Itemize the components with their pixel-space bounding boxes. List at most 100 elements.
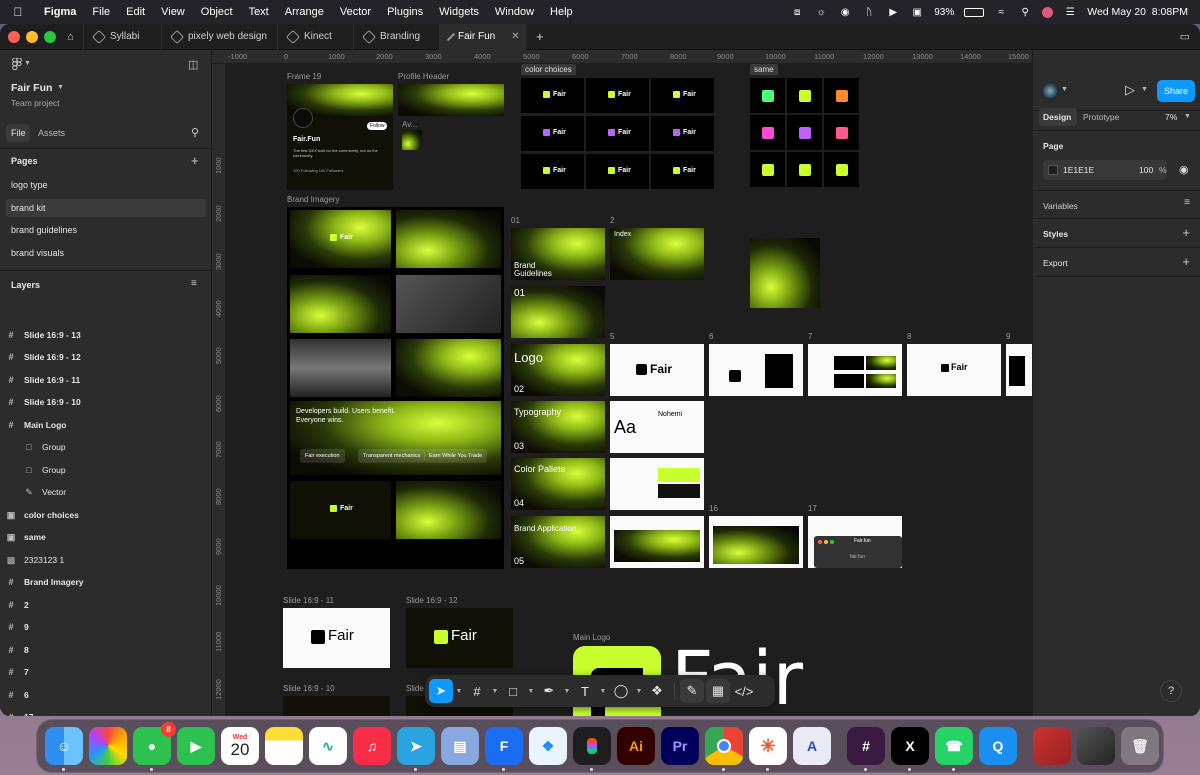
slide-17[interactable]: Fair.fun fair.fun	[808, 516, 902, 568]
brightness-icon[interactable]: ☼	[814, 6, 828, 18]
layer-same[interactable]: ▣ same	[6, 526, 46, 548]
wifi-icon[interactable]: ≈	[994, 6, 1008, 18]
tab-assets[interactable]: Assets	[38, 128, 65, 138]
layer-slide-12[interactable]: # Slide 16:9 - 12	[6, 346, 80, 368]
close-tab-icon[interactable]: ✕	[511, 31, 519, 42]
page-item-logo-type[interactable]: logo type	[6, 176, 206, 194]
slide-9[interactable]	[1006, 344, 1032, 396]
variables-settings-icon[interactable]: ≡	[1184, 197, 1190, 208]
telegram-icon[interactable]: ➤	[397, 727, 435, 771]
slide-16-9-10[interactable]: Fair	[283, 696, 390, 716]
layer-slide-13[interactable]: # Slide 16:9 - 13	[6, 324, 80, 346]
safari-icon[interactable]: ❖	[529, 727, 567, 765]
text-tool-icon[interactable]: T	[573, 679, 597, 703]
layer-7[interactable]: #7	[6, 661, 28, 683]
search-icon[interactable]: ⚲	[191, 126, 199, 139]
same-tile[interactable]	[824, 115, 859, 150]
layer-9[interactable]: #9	[6, 616, 28, 638]
draw-mode-icon[interactable]: ✎	[680, 679, 704, 703]
variables-heading[interactable]: Variables	[1043, 201, 1078, 211]
menu-arrange[interactable]: Arrange	[277, 6, 332, 18]
frame-label[interactable]: Profile Header	[398, 72, 449, 81]
claude-icon[interactable]: ✳	[749, 727, 787, 771]
frame-label[interactable]: Av...	[402, 120, 417, 129]
play-icon[interactable]: ▶	[886, 6, 900, 18]
chevron-down-icon[interactable]: ▼	[57, 84, 64, 91]
figma-icon[interactable]	[573, 727, 611, 771]
frame-label[interactable]: Frame 19	[287, 72, 321, 81]
comment-tool-icon[interactable]: ◯	[609, 679, 633, 703]
frame-label[interactable]: same	[750, 64, 778, 75]
frame-label[interactable]: Main Logo	[573, 633, 610, 642]
same-tile[interactable]	[750, 78, 785, 113]
color-choice-tile[interactable]: Fair	[651, 78, 714, 113]
add-style-icon[interactable]: +	[1182, 225, 1190, 240]
messages-icon[interactable]: ● 8	[133, 722, 176, 771]
menu-object[interactable]: Object	[193, 6, 241, 18]
frame-label[interactable]: color choices	[521, 64, 576, 75]
color-choice-tile[interactable]: Fair	[586, 116, 649, 151]
slide-typography-detail[interactable]: Aa Nohemi	[610, 401, 704, 453]
chevron-down-icon[interactable]: ▼	[599, 679, 607, 703]
freeform-icon[interactable]: ∿	[309, 727, 347, 765]
menu-app-name[interactable]: Figma	[36, 6, 84, 18]
zoom-window-button[interactable]	[44, 30, 56, 43]
tab-fair-fun[interactable]: Fair Fun ✕	[440, 24, 526, 50]
menu-view[interactable]: View	[153, 6, 193, 18]
rectangle-tool-icon[interactable]: □	[501, 679, 525, 703]
slide-brand-application[interactable]: Brand Application 05	[511, 516, 605, 568]
slide-6[interactable]	[709, 344, 803, 396]
slide-01[interactable]: 01	[511, 286, 605, 338]
same-tile[interactable]	[787, 78, 822, 113]
frame-label[interactable]: 9	[1006, 332, 1010, 341]
tab-pixely-web-design[interactable]: pixely web design	[162, 24, 278, 50]
preview-icon[interactable]: ▤	[441, 727, 479, 765]
profile-header-frame[interactable]	[398, 84, 504, 116]
frame-19[interactable]: Follow Fair.Fun The first DEX built for …	[287, 84, 393, 190]
zoom-level[interactable]: 7%	[1165, 112, 1177, 122]
chevron-down-icon[interactable]: ▼	[527, 679, 535, 703]
frame-label[interactable]: 5	[610, 332, 614, 341]
chevron-down-icon[interactable]: ▼	[635, 679, 643, 703]
tab-file[interactable]: File	[11, 128, 26, 138]
chevron-down-icon[interactable]: ▼	[1184, 113, 1191, 120]
menu-widgets[interactable]: Widgets	[431, 6, 487, 18]
notes-icon[interactable]	[265, 727, 303, 765]
spotlight-search-icon[interactable]: ⚲	[1018, 6, 1032, 18]
avatar[interactable]	[1041, 82, 1059, 100]
color-choice-tile[interactable]: Fair	[521, 154, 584, 189]
eye-visibility-icon[interactable]: ◉	[1179, 163, 1189, 176]
slide-typography[interactable]: Typography 03	[511, 401, 605, 453]
x-twitter-icon[interactable]: X	[891, 727, 929, 771]
layer-8[interactable]: #8	[6, 639, 28, 661]
frame-label[interactable]: Slide 16:9 - 12	[406, 596, 458, 605]
chrome-icon[interactable]	[705, 727, 743, 771]
frame-label[interactable]: 6	[709, 332, 713, 341]
layer-image[interactable]: ▩ 2323123 1	[6, 549, 64, 571]
frame-label[interactable]: 7	[808, 332, 812, 341]
photos-icon[interactable]	[89, 727, 127, 765]
color-swatch[interactable]	[1048, 165, 1058, 175]
help-button[interactable]: ?	[1160, 680, 1182, 702]
design-canvas[interactable]: Frame 19 Follow Fair.Fun The first DEX b…	[226, 64, 1032, 716]
apple-menu-icon[interactable]: 	[0, 5, 36, 19]
illustrator-icon[interactable]: Ai	[617, 727, 655, 765]
slide-color-detail[interactable]	[610, 458, 704, 510]
add-page-icon[interactable]: +	[191, 153, 199, 168]
trash-icon[interactable]: 🗑	[1121, 727, 1159, 765]
color-choice-tile[interactable]: Fair	[521, 78, 584, 113]
downloads-folder-icon[interactable]	[1033, 727, 1071, 765]
layer-slide-11[interactable]: # Slide 16:9 - 11	[6, 369, 80, 391]
chevron-down-icon[interactable]: ▼	[1061, 86, 1068, 93]
figma-menu-icon[interactable]	[12, 58, 22, 70]
image-2323123[interactable]	[750, 238, 820, 308]
add-export-icon[interactable]: +	[1182, 254, 1190, 269]
chevron-down-icon[interactable]: ▼	[491, 679, 499, 703]
music-icon[interactable]: ♫	[353, 727, 391, 765]
whatsapp-icon[interactable]: ☎	[935, 727, 973, 771]
slide-color-pallete[interactable]: Color Pallete 04	[511, 458, 605, 510]
minimize-window-button[interactable]	[26, 30, 38, 43]
same-tile[interactable]	[750, 152, 785, 187]
slide-5[interactable]: Fair	[610, 344, 704, 396]
slide-index[interactable]: Index	[610, 228, 704, 280]
